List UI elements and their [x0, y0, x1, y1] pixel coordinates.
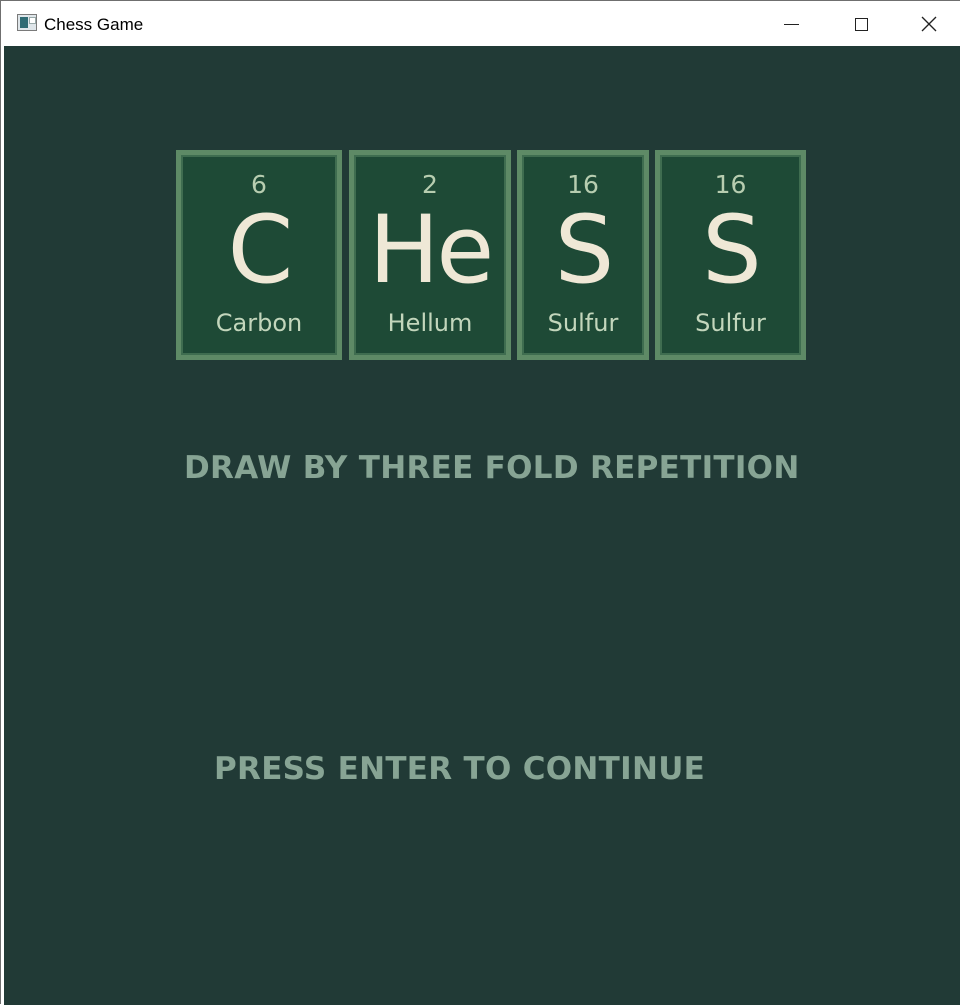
tile-symbol: C [227, 196, 294, 305]
game-canvas[interactable]: 6 C Carbon 2 He Hellum 16 S Sulfur 16 S [4, 46, 960, 1005]
tile-element-name: Sulfur [547, 309, 619, 337]
app-window: Chess Game 6 C Carbon 2 He Hellum 16 S S… [0, 0, 960, 1005]
tile-symbol: He [368, 196, 495, 305]
tile-atomic-number: 16 [567, 170, 599, 199]
tile-inner: 6 C Carbon [181, 155, 337, 355]
tile-atomic-number: 6 [251, 170, 267, 199]
tile-symbol: S [554, 196, 615, 305]
logo-tile-helium: 2 He Hellum [349, 150, 511, 360]
continue-prompt: PRESS ENTER TO CONTINUE [214, 751, 706, 787]
close-button[interactable] [894, 2, 960, 46]
logo-tile-sulfur-2: 16 S Sulfur [655, 150, 806, 360]
title-bar[interactable]: Chess Game [4, 2, 960, 46]
maximize-button[interactable] [826, 2, 896, 46]
game-result-message: DRAW BY THREE FOLD REPETITION [184, 450, 800, 486]
tile-inner: 2 He Hellum [354, 155, 506, 355]
tile-element-name: Hellum [387, 309, 473, 337]
tile-element-name: Sulfur [695, 309, 766, 337]
tile-atomic-number: 2 [422, 170, 438, 199]
logo-tile-sulfur-1: 16 S Sulfur [517, 150, 649, 360]
window-title: Chess Game [44, 15, 144, 34]
logo-tile-carbon: 6 C Carbon [176, 150, 342, 360]
minimize-button[interactable] [756, 2, 826, 46]
app-icon-pane [20, 17, 28, 28]
app-icon-pane-small [29, 17, 36, 24]
maximize-icon [854, 17, 868, 31]
minimize-icon [783, 23, 799, 25]
tile-element-name: Carbon [215, 309, 303, 337]
tile-inner: 16 S Sulfur [660, 155, 801, 355]
tile-atomic-number: 16 [714, 170, 747, 199]
app-window-icon [17, 14, 37, 31]
tile-symbol: S [702, 196, 762, 305]
close-icon [921, 16, 937, 32]
tile-inner: 16 S Sulfur [522, 155, 644, 355]
